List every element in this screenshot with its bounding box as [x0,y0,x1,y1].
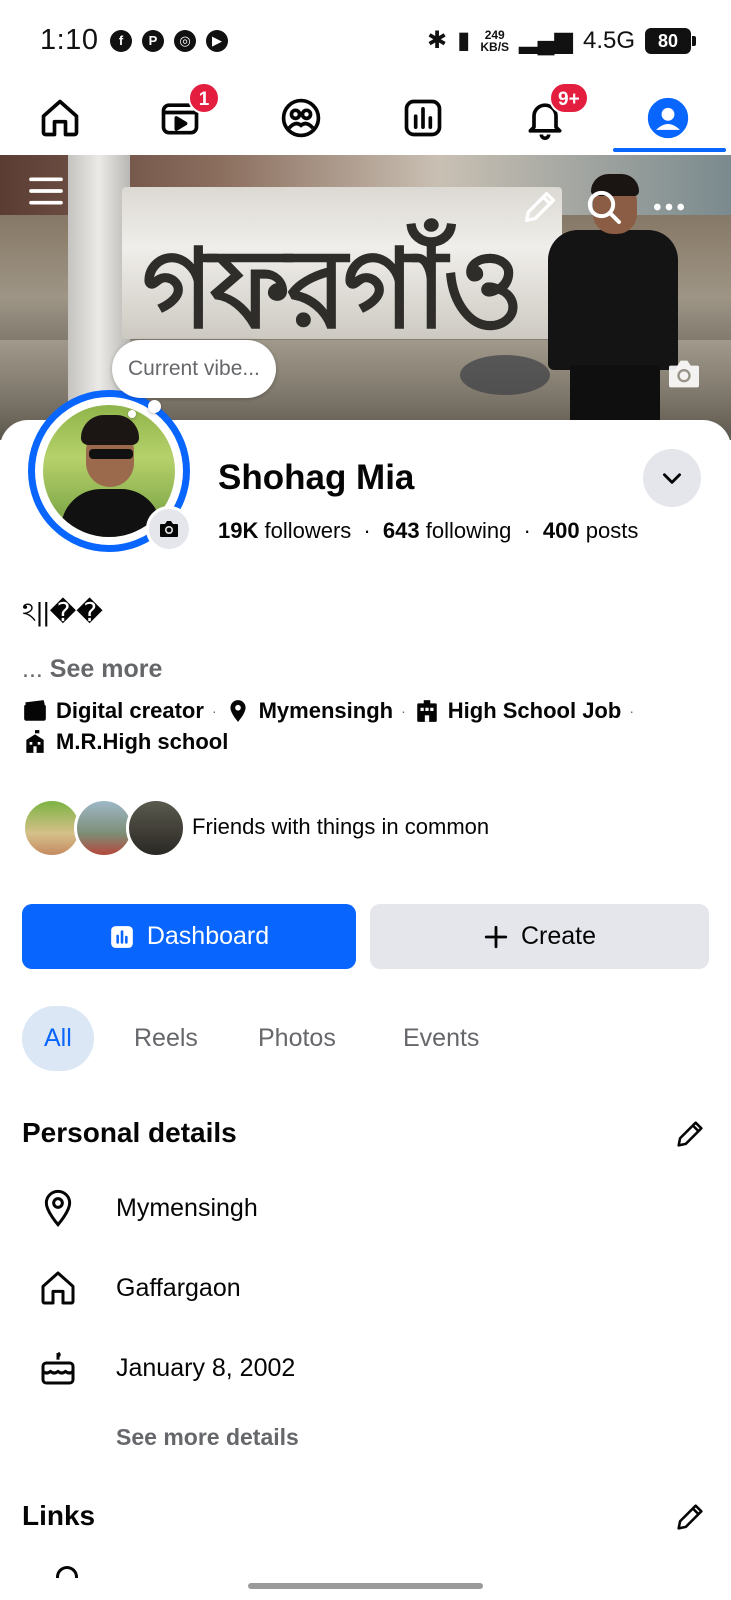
posts-count[interactable]: 400 [543,518,580,543]
location-pin-icon [225,698,251,724]
see-more-details-link[interactable]: See more details [116,1424,299,1451]
chevron-down-icon [663,473,681,484]
profile-stats: 19K followers · 643 following · 400 post… [218,518,639,543]
status-bar: 1:10 f P ◎ ▶ ✱ ▮ 249 KB/S ▂▄▆ 4.5G 80 [0,0,731,80]
detail-hometown: Gaffargaon [116,1273,241,1302]
profile-intro-line-1: Digital creator · Mymensingh · High Scho… [22,698,642,724]
tab-photos[interactable]: Photos [236,1006,358,1071]
followers-count[interactable]: 19K [218,518,258,543]
home-icon [41,99,79,137]
search-button[interactable] [580,183,628,231]
friends-icon [281,98,321,138]
status-indicators: ✱ ▮ 249 KB/S ▂▄▆ 4.5G 80 [427,26,696,55]
hamburger-menu-icon [29,177,63,205]
edit-personal-details-button[interactable] [670,1114,710,1154]
status-time: 1:10 [40,24,99,56]
mutual-friends-row[interactable]: Friends with things in common [22,798,622,858]
location-pin-icon [36,1186,80,1230]
battery-icon: 80 [645,27,696,54]
more-options-button[interactable] [645,183,693,231]
detail-birthday: January 8, 2002 [116,1353,296,1382]
network-type: 4.5G [582,26,635,54]
create-button[interactable]: Create [370,904,709,969]
intro-category: Digital creator [56,698,204,723]
friend-avatar [74,798,134,858]
notifications-badge: 9+ [549,82,589,114]
profile-card [0,420,731,1600]
school-icon [22,729,48,755]
dashboard-icon [111,925,133,948]
cover-puddle [460,355,550,395]
current-vibe-bubble[interactable]: Current vibe... [112,340,276,398]
tab-dashboard[interactable] [393,88,453,148]
see-more-bio[interactable]: ... See more [22,655,162,684]
detail-row-birthday: January 8, 2002 [36,1340,696,1396]
tab-profile[interactable] [638,88,698,148]
friend-avatar [22,798,82,858]
vibe-bubble-dot-small [128,410,136,418]
tab-video[interactable]: 1 [150,82,220,148]
friend-avatar [126,798,186,858]
tab-reels[interactable]: Reels [112,1006,220,1071]
pencil-icon [677,1504,703,1530]
tab-home[interactable] [30,88,90,148]
active-tab-indicator [613,148,726,152]
edit-cover-button[interactable] [660,350,708,398]
profile-name: Shohag Mia [218,458,415,497]
profile-options-button[interactable] [643,449,701,507]
camera-icon [669,360,699,388]
following-count[interactable]: 643 [383,518,420,543]
profile-bio: ঽ||�� [22,597,103,627]
clapperboard-icon [22,698,48,724]
profile-intro-line-2: M.R.High school [22,729,228,755]
facebook-icon: f [110,30,132,52]
signal-icon: ▂▄▆ [519,27,573,54]
youtube-icon: ▶ [206,30,228,52]
pencil-icon [677,1121,703,1147]
cover-sign: গফরগাঁও [122,187,562,353]
birthday-cake-icon [36,1346,80,1390]
camera-icon [160,521,178,537]
posts-label[interactable]: posts [586,518,639,543]
detail-row-current-city: Mymensingh [36,1180,696,1236]
briefcase-building-icon [414,698,440,724]
pay-icon: P [142,30,164,52]
dashboard-icon [404,99,442,137]
video-badge: 1 [188,82,220,114]
tab-friends[interactable] [271,88,331,148]
net-speed: 249 KB/S [480,27,510,54]
status-app-icons: f P ◎ ▶ [110,30,228,52]
friends-in-common-text: Friends with things in common [192,814,490,839]
detail-current-city: Mymensingh [116,1193,258,1222]
personal-details-title: Personal details [22,1117,237,1148]
intro-work: High School Job [447,698,622,723]
followers-label[interactable]: followers [264,518,351,543]
bluetooth-icon: ✱ [427,27,448,54]
edit-links-button[interactable] [670,1497,710,1537]
home-indicator[interactable] [248,1583,483,1589]
menu-button[interactable] [22,167,70,215]
links-title: Links [22,1500,96,1531]
profile-icon [647,97,689,139]
dashboard-button[interactable]: Dashboard [22,904,356,969]
plus-icon [484,925,508,948]
edit-profile-button[interactable] [516,183,564,231]
tab-events[interactable]: Events [381,1006,501,1071]
edit-profile-picture-button[interactable] [146,506,192,552]
top-tab-bar: 1 9+ [0,80,731,155]
search-icon [587,190,621,224]
detail-row-hometown: Gaffargaon [36,1260,696,1316]
vibe-bubble-dot [148,400,161,413]
tab-all[interactable]: All [22,1006,94,1071]
following-label[interactable]: following [426,518,512,543]
more-horizontal-icon [654,203,684,211]
tab-notifications[interactable]: 9+ [515,82,589,148]
intro-education: M.R.High school [56,729,229,754]
home-outline-icon [36,1266,80,1310]
vibrate-icon: ▮ [457,27,471,54]
pencil-icon [525,192,555,222]
chrome-icon: ◎ [174,30,196,52]
intro-location: Mymensingh [258,698,394,723]
